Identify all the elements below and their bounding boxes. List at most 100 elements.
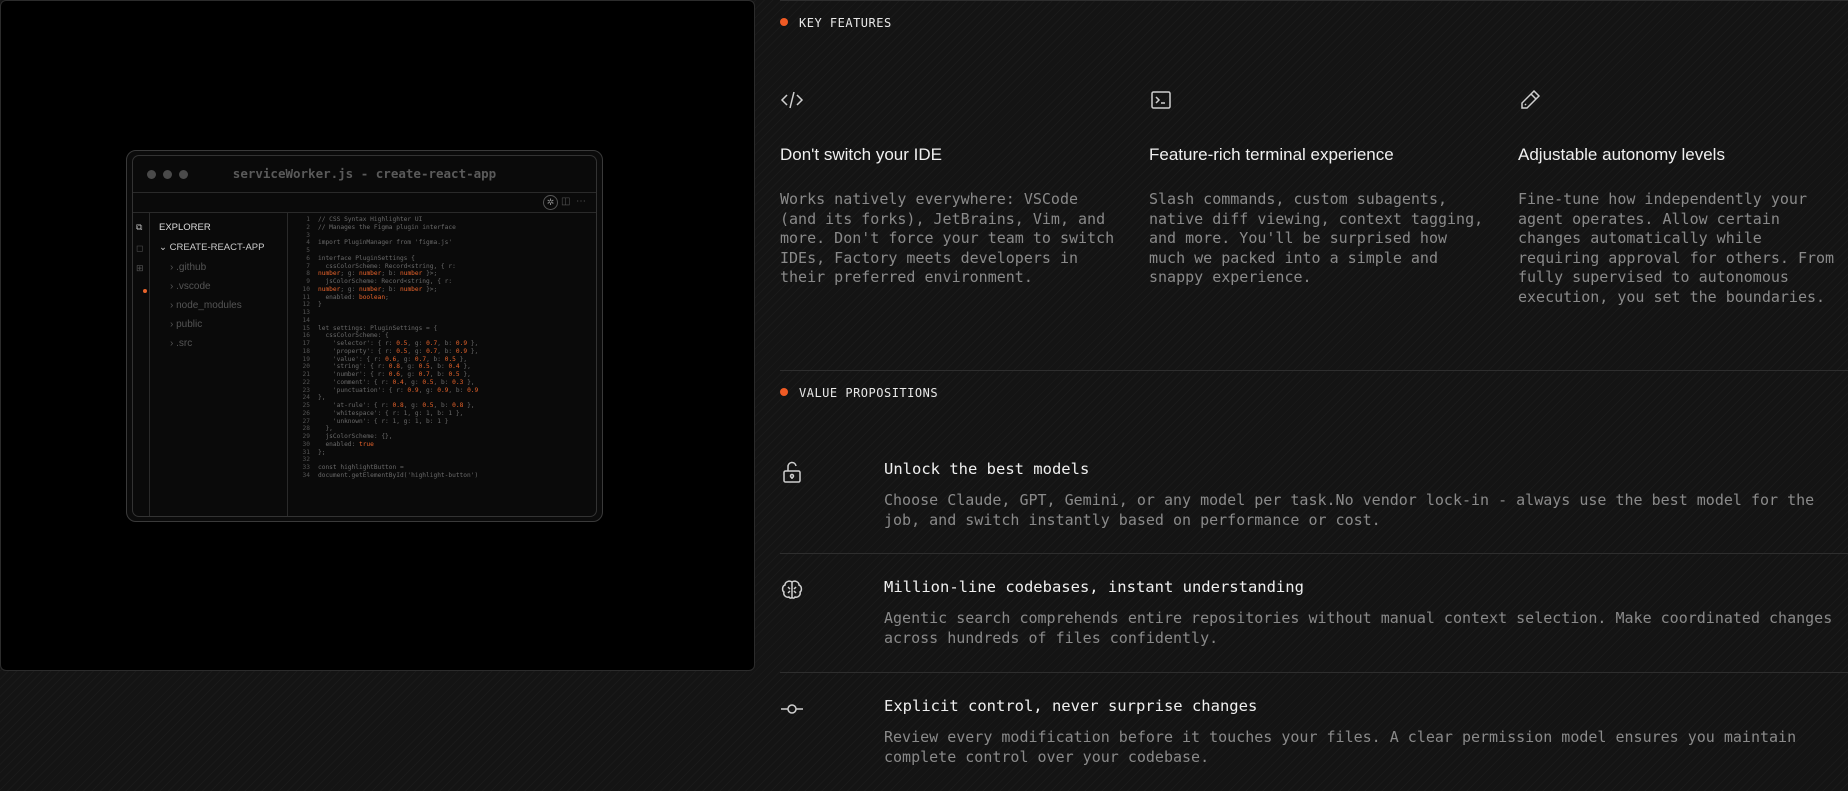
code-token-highlight: 0.3	[452, 378, 464, 386]
code-token: , b:	[448, 386, 468, 394]
code-token-highlight: 0.6	[385, 355, 397, 363]
code-token: , g:	[399, 371, 419, 378]
code-token-highlight: 0.7	[418, 371, 430, 378]
code-token: ; b:	[381, 285, 400, 293]
code-editor[interactable]: 1// CSS Syntax Highlighter UI 2// Manages…	[288, 213, 596, 516]
feature-description: Fine-tune how independently your agent o…	[1518, 190, 1835, 306]
editor-toolbar: ✲ ◫ ⋯	[133, 193, 596, 213]
code-token-highlight: 0.6	[388, 371, 400, 378]
code-token: ; b:	[381, 270, 400, 278]
code-token: interface PluginSettings {	[318, 254, 415, 262]
code-token-highlight: 0.9	[455, 340, 468, 347]
chevron-right-icon: ›	[170, 262, 174, 273]
code-token: },	[463, 402, 475, 409]
explorer-folder-github[interactable]: › .github	[170, 262, 206, 273]
code-token: , g:	[407, 340, 427, 347]
value-proposition-description: Review every modification before it touc…	[884, 728, 1797, 766]
code-token: const highlightButton =	[318, 464, 404, 471]
chevron-right-icon: ›	[170, 281, 174, 292]
file-explorer: EXPLORER ⌄ CREATE-REACT-APP › .github › …	[150, 213, 288, 516]
code-token-highlight: number	[400, 270, 423, 278]
code-token-highlight: 0.4	[448, 363, 460, 371]
search-icon[interactable]: ◻	[136, 243, 143, 254]
feature-title: Feature-rich terminal experience	[1149, 145, 1394, 164]
code-token: , b:	[433, 402, 453, 409]
code-token: , b:	[429, 371, 449, 378]
code-token: 'property': { r:	[318, 347, 397, 355]
code-token: },	[455, 355, 468, 363]
code-token-highlight: 0.8	[452, 402, 464, 409]
code-token: 'unknown': { r: 1, g: 1, b: 1 }	[318, 417, 449, 425]
value-proposition-title: Explicit control, never surprise changes	[884, 697, 1258, 715]
code-token-highlight: number	[400, 285, 423, 293]
split-editor-icon[interactable]: ◫	[561, 196, 570, 207]
code-token-highlight: 0.9	[467, 386, 479, 394]
value-proposition-title: Million-line codebases, instant understa…	[884, 578, 1304, 596]
code-token-highlight: number	[318, 270, 341, 278]
code-token: 'value': { r:	[318, 355, 386, 363]
code-token-highlight: 0.5	[444, 355, 456, 363]
chevron-right-icon: ›	[170, 319, 174, 330]
notification-badge	[143, 289, 147, 293]
feature-title: Adjustable autonomy levels	[1518, 145, 1725, 164]
code-token: },	[463, 378, 475, 386]
code-token: ;	[385, 293, 389, 301]
explorer-folder-public[interactable]: › public	[170, 319, 202, 330]
code-token: ; g:	[340, 285, 359, 293]
code-token: // CSS Syntax Highlighter UI	[318, 216, 423, 223]
code-token: jsColorScheme: {},	[318, 433, 393, 440]
explorer-root-folder[interactable]: ⌄ CREATE-REACT-APP	[159, 242, 264, 253]
code-token: , g:	[403, 378, 423, 386]
code-token-highlight: 0.5	[396, 347, 408, 355]
code-token-highlight: number	[359, 270, 382, 278]
bullet-dot	[780, 18, 788, 26]
chevron-right-icon: ›	[170, 300, 174, 311]
window-titlebar: serviceWorker.js - create-react-app	[133, 156, 596, 193]
settings-icon[interactable]: ✲	[543, 195, 558, 210]
code-token: , g:	[396, 355, 415, 363]
code-token: 'selector': { r:	[318, 340, 397, 347]
value-proposition-title: Unlock the best models	[884, 460, 1090, 478]
feature-description: Slash commands, custom subagents, native…	[1149, 190, 1484, 286]
code-token-highlight: 0.5	[418, 363, 430, 371]
more-icon[interactable]: ⋯	[576, 196, 586, 207]
brain-icon	[781, 580, 803, 599]
feature-title: Don't switch your IDE	[780, 145, 942, 164]
value-proposition-description: Agentic search comprehends entire reposi…	[884, 609, 1833, 647]
code-token: 'punctuation': { r:	[318, 386, 408, 394]
bullet-dot	[780, 388, 788, 396]
code-token: },	[467, 340, 479, 347]
code-token: , g:	[418, 386, 438, 394]
pencil-icon	[1521, 89, 1541, 109]
code-token-highlight: 0.5	[422, 378, 434, 386]
code-token-highlight: 0.9	[455, 347, 468, 355]
explorer-folder-vscode[interactable]: › .vscode	[170, 281, 211, 292]
code-token-highlight: 0.9	[407, 386, 419, 394]
value-proposition-description: Choose Claude, GPT, Gemini, or any model…	[884, 491, 1815, 529]
folder-label: .github	[176, 262, 207, 273]
explorer-folder-node-modules[interactable]: › node_modules	[170, 300, 242, 311]
code-token: import PluginManager from 'figma.js'	[318, 239, 453, 247]
extensions-icon[interactable]: ⊞	[136, 263, 144, 274]
code-token-highlight: 0.8	[392, 402, 404, 409]
code-token: , g:	[403, 402, 423, 409]
editor-window: serviceWorker.js - create-react-app ✲ ◫ …	[132, 155, 597, 517]
code-token-highlight: 0.5	[396, 340, 408, 347]
code-token: 'string': { r:	[318, 363, 389, 371]
code-token: ; g:	[340, 270, 359, 278]
feature-description: Works natively everywhere: VSCode (and i…	[780, 190, 1115, 286]
explorer-root-label: CREATE-REACT-APP	[169, 242, 265, 253]
line-number: 34	[302, 471, 310, 479]
code-token: cssColorScheme: Record<string, { r:	[318, 262, 456, 270]
code-token: },	[467, 347, 479, 355]
code-token: 'whitespace': { r: 1, g: 1, b: 1 },	[318, 409, 464, 417]
explorer-folder-src[interactable]: › .src	[170, 338, 192, 349]
folder-label: .vscode	[176, 281, 211, 292]
code-token: document.getElementById('highlight-butto…	[318, 471, 479, 479]
files-icon[interactable]: ⧉	[136, 222, 142, 233]
code-token: enabled:	[318, 293, 359, 301]
explorer-title: EXPLORER	[159, 222, 211, 233]
key-features-heading: KEY FEATURES	[780, 16, 892, 30]
activity-bar: ⧉ ◻ ⊞	[133, 213, 150, 516]
code-token-highlight: 0.9	[437, 386, 449, 394]
